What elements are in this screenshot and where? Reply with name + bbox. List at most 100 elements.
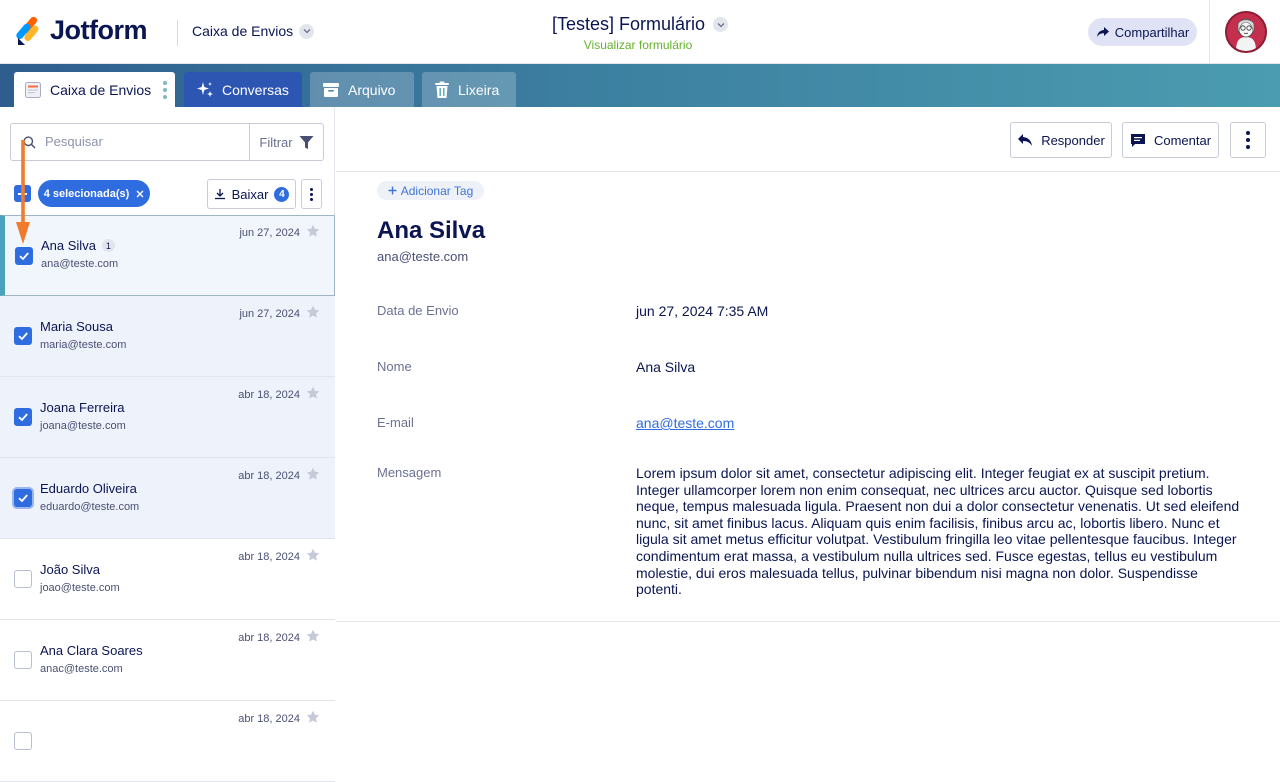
star-icon[interactable] <box>306 467 320 481</box>
share-button-label: Compartilhar <box>1114 24 1190 40</box>
field-value: Ana Silva <box>636 359 696 375</box>
star-icon[interactable] <box>306 710 320 724</box>
detail-action-bar: Responder Comentar <box>336 107 1280 172</box>
submission-name: Eduardo Oliveira <box>40 481 137 496</box>
row-checkbox[interactable] <box>14 732 32 750</box>
field-label: Mensagem <box>377 465 442 480</box>
submission-row[interactable]: João Silva joao@teste.com abr 18, 2024 <box>0 539 335 620</box>
field-value: ana@teste.com <box>636 415 1246 432</box>
selection-count-pill[interactable]: 4 selecionada(s) <box>38 180 150 207</box>
field-value: jun 27, 2024 7:35 AM <box>636 303 769 319</box>
search-box: Filtrar <box>10 123 324 161</box>
tab-trash[interactable]: Lixeira <box>422 72 516 107</box>
add-tag-button[interactable]: Adicionar Tag <box>377 181 484 200</box>
tab-conversations-label: Conversas <box>222 81 289 98</box>
close-icon[interactable] <box>136 190 144 198</box>
row-checkbox[interactable] <box>14 651 32 669</box>
filter-button[interactable]: Filtrar <box>249 124 323 160</box>
star-icon[interactable] <box>306 548 320 562</box>
tab-options-icon[interactable] <box>163 80 168 99</box>
submission-row[interactable]: Ana Clara Soares anac@teste.com abr 18, … <box>0 620 335 701</box>
star-icon[interactable] <box>306 224 320 238</box>
filter-funnel-icon <box>299 135 314 149</box>
chevron-down-icon <box>713 17 729 32</box>
field-label: Data de Envio <box>377 303 459 318</box>
checkmark-icon <box>18 494 28 503</box>
search-input[interactable] <box>45 134 245 149</box>
submission-count-badge: 1 <box>101 239 115 252</box>
submission-row[interactable]: Maria Sousa maria@teste.com jun 27, 2024 <box>0 296 335 377</box>
submission-name-wrap: Eduardo Oliveira <box>40 481 137 496</box>
row-checkbox[interactable] <box>14 570 32 588</box>
download-button-label: Baixar <box>231 186 269 202</box>
download-button[interactable]: Baixar 4 <box>207 179 296 209</box>
submission-name: Ana Clara Soares <box>40 643 143 658</box>
bulk-actions-bar: 4 selecionada(s) Baixar 4 <box>0 177 335 213</box>
submission-email: anac@teste.com <box>40 663 123 675</box>
submission-date: jun 27, 2024 <box>239 308 300 320</box>
tab-conversations[interactable]: Conversas <box>184 72 302 107</box>
reply-button[interactable]: Responder <box>1010 122 1112 158</box>
share-arrow-icon <box>1096 27 1109 37</box>
submission-date: abr 18, 2024 <box>238 551 300 563</box>
field-value: Lorem ipsum dolor sit amet, consectetur … <box>636 465 1240 598</box>
submitter-name: Ana Silva <box>377 217 486 244</box>
submission-date: abr 18, 2024 <box>238 632 300 644</box>
star-icon[interactable] <box>306 305 320 319</box>
sparkle-icon <box>197 81 213 97</box>
submission-name-wrap: Ana Clara Soares <box>40 643 143 658</box>
add-tag-label: Adicionar Tag <box>400 183 474 198</box>
selection-count-label: 4 selecionada(s) <box>43 187 130 200</box>
plus-icon <box>388 186 397 195</box>
search-icon <box>23 136 36 149</box>
submission-name-wrap: Joana Ferreira <box>40 400 125 415</box>
submission-name-wrap: Maria Sousa <box>40 319 113 334</box>
form-title-text: [Testes] Formulário <box>551 14 706 34</box>
submission-row[interactable]: Ana Silva 1 ana@teste.com jun 27, 2024 <box>0 215 335 296</box>
account-area <box>1209 0 1280 64</box>
more-options-icon[interactable] <box>1230 122 1266 158</box>
comment-button-label: Comentar <box>1153 132 1212 148</box>
submission-email: eduardo@teste.com <box>40 501 140 513</box>
comment-button[interactable]: Comentar <box>1122 122 1219 158</box>
archive-icon <box>323 82 339 97</box>
tab-bar: Caixa de Envios Conversas Arquivo Lixeir… <box>0 64 1280 107</box>
avatar[interactable] <box>1225 11 1267 53</box>
submission-name: Joana Ferreira <box>40 400 125 415</box>
email-link[interactable]: ana@teste.com <box>636 415 734 431</box>
tab-inbox-label: Caixa de Envios <box>50 81 152 98</box>
preview-form-link[interactable]: Visualizar formulário <box>0 38 1280 52</box>
row-checkbox[interactable] <box>14 408 32 426</box>
select-all-checkbox[interactable] <box>14 185 31 202</box>
form-title[interactable]: [Testes] Formulário <box>551 14 729 35</box>
reply-button-label: Responder <box>1041 132 1105 148</box>
submission-date: abr 18, 2024 <box>238 470 300 482</box>
submission-list-pane: Filtrar 4 selecionada(s) Baixar 4 Ana Si… <box>0 107 335 782</box>
row-checkbox[interactable] <box>15 247 33 265</box>
row-checkbox[interactable] <box>14 489 32 507</box>
star-icon[interactable] <box>306 629 320 643</box>
filter-button-label: Filtrar <box>259 134 293 150</box>
submission-row[interactable]: Joana Ferreira joana@teste.com abr 18, 2… <box>0 377 335 458</box>
inbox-icon <box>25 81 41 98</box>
more-options-icon[interactable] <box>301 179 322 209</box>
row-checkbox[interactable] <box>14 327 32 345</box>
tab-archive-label: Arquivo <box>348 81 396 98</box>
reply-arrow-icon <box>1018 134 1033 146</box>
submission-detail-pane: Responder Comentar Adicionar Tag Ana Sil… <box>336 107 1280 720</box>
tab-inbox[interactable]: Caixa de Envios <box>14 72 175 107</box>
tab-trash-label: Lixeira <box>458 81 500 98</box>
avatar-illustration-icon <box>1227 13 1265 51</box>
submission-date: abr 18, 2024 <box>238 389 300 401</box>
submitter-email: ana@teste.com <box>377 249 469 264</box>
checkmark-icon <box>19 252 29 261</box>
submission-row[interactable]: abr 18, 2024 <box>0 701 335 782</box>
submission-email: joao@teste.com <box>40 582 120 594</box>
star-icon[interactable] <box>306 386 320 400</box>
submission-row[interactable]: Eduardo Oliveira eduardo@teste.com abr 1… <box>0 458 335 539</box>
checkmark-icon <box>18 332 28 341</box>
submission-name: Ana Silva <box>41 238 96 253</box>
tab-archive[interactable]: Arquivo <box>310 72 414 107</box>
trash-icon <box>435 81 449 98</box>
share-button[interactable]: Compartilhar <box>1088 18 1197 46</box>
